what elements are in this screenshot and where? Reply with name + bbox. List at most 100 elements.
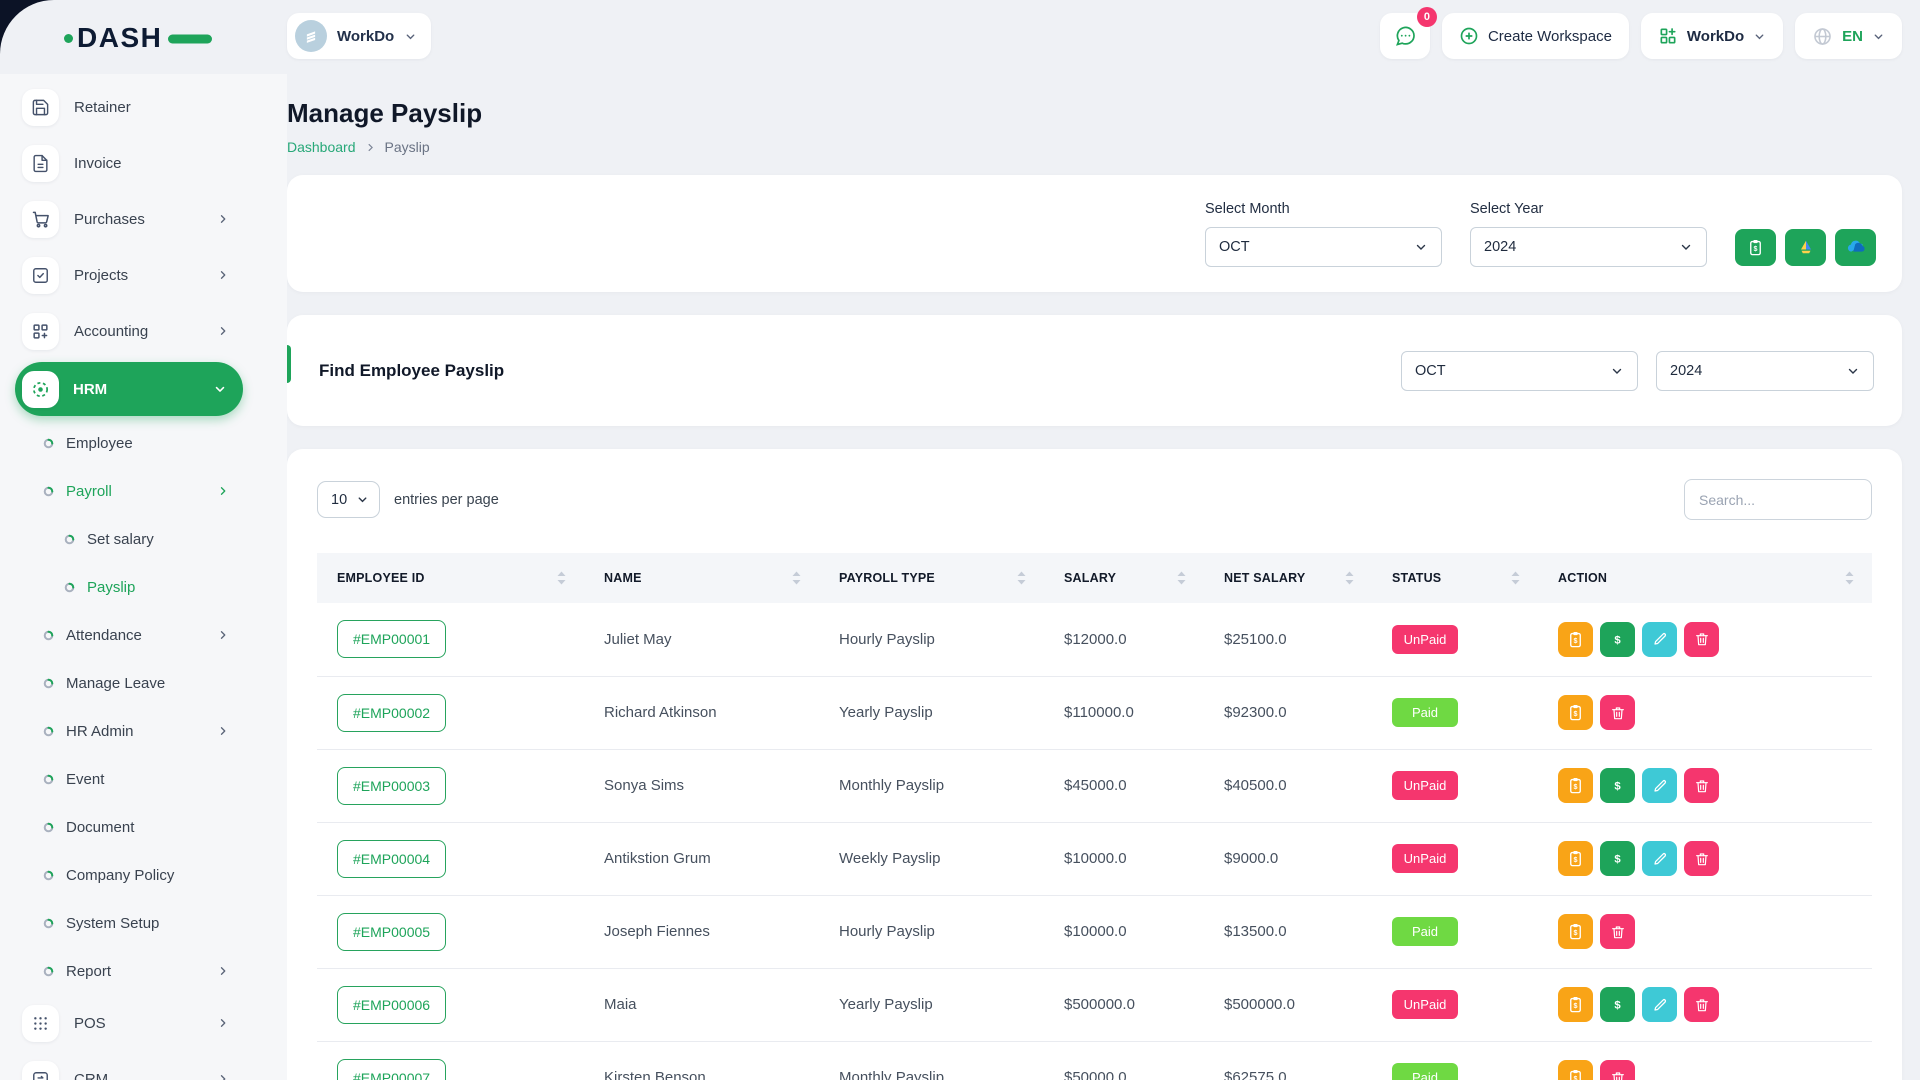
trash-icon	[1694, 778, 1710, 794]
edit-button[interactable]	[1642, 987, 1677, 1022]
messages-button[interactable]: 0	[1380, 13, 1430, 59]
delete-button[interactable]	[1684, 768, 1719, 803]
delete-button[interactable]	[1684, 987, 1719, 1022]
year-select[interactable]: 2024	[1470, 227, 1707, 267]
svg-text:$: $	[1614, 780, 1621, 792]
sidebar-item-crm[interactable]: CRM	[0, 1051, 287, 1080]
sidebar-item-employee[interactable]: Employee	[0, 419, 287, 467]
sidebar-item-company-policy[interactable]: Company Policy	[0, 851, 287, 899]
sidebar-item-set-salary[interactable]: Set salary	[0, 515, 287, 563]
trash-icon	[1610, 924, 1626, 940]
chevron-down-icon	[356, 493, 369, 506]
sidebar-item-hr-admin[interactable]: HR Admin	[0, 707, 287, 755]
column-header-employee-id[interactable]: EMPLOYEE ID	[317, 553, 584, 603]
sidebar-item-label: Invoice	[74, 155, 122, 172]
employee-id-chip[interactable]: #EMP00006	[337, 986, 446, 1024]
row-actions: $	[1538, 1041, 1872, 1080]
sort-icon	[557, 571, 566, 585]
edit-button[interactable]	[1642, 768, 1677, 803]
main-content: Manage Payslip Dashboard Payslip Select …	[287, 74, 1920, 1080]
google-drive-export-button[interactable]	[1785, 229, 1826, 266]
bullet-icon	[43, 486, 54, 497]
sidebar-item-purchases[interactable]: Purchases	[0, 191, 287, 247]
employee-id-chip[interactable]: #EMP00007	[337, 1059, 446, 1080]
pay-button[interactable]: $	[1600, 841, 1635, 876]
employee-id-chip[interactable]: #EMP00001	[337, 620, 446, 658]
search-input[interactable]	[1684, 479, 1872, 520]
sidebar-item-payslip[interactable]: Payslip	[0, 563, 287, 611]
column-header-net-salary[interactable]: NET SALARY	[1204, 553, 1372, 603]
table-row: #EMP00002Richard AtkinsonYearly Payslip$…	[317, 676, 1872, 749]
column-header-name[interactable]: NAME	[584, 553, 819, 603]
bulk-payslip-button[interactable]: $	[1735, 229, 1776, 266]
net-salary: $40500.0	[1204, 749, 1372, 822]
breadcrumb-dashboard-link[interactable]: Dashboard	[287, 139, 356, 155]
payslip-button[interactable]: $	[1558, 695, 1593, 730]
language-selector[interactable]: EN	[1795, 13, 1902, 59]
column-header-action[interactable]: ACTION	[1538, 553, 1872, 603]
sidebar-item-invoice[interactable]: Invoice	[0, 135, 287, 191]
chevron-down-icon	[1679, 240, 1693, 254]
payslip-button[interactable]: $	[1558, 1060, 1593, 1080]
clipboard-dollar-icon: $	[1746, 238, 1765, 257]
column-header-salary[interactable]: SALARY	[1044, 553, 1204, 603]
column-header-status[interactable]: STATUS	[1372, 553, 1538, 603]
sidebar-item-manage-leave[interactable]: Manage Leave	[0, 659, 287, 707]
chevron-right-icon	[217, 725, 229, 737]
employee-id-chip[interactable]: #EMP00005	[337, 913, 446, 951]
delete-button[interactable]	[1684, 841, 1719, 876]
payslip-button[interactable]: $	[1558, 987, 1593, 1022]
employee-id-chip[interactable]: #EMP00003	[337, 767, 446, 805]
dots-grid-icon	[22, 1005, 59, 1042]
export-buttons: $	[1735, 229, 1876, 266]
delete-button[interactable]	[1684, 622, 1719, 657]
svg-text:$: $	[1574, 637, 1578, 645]
delete-button[interactable]	[1600, 695, 1635, 730]
salary: $10000.0	[1044, 895, 1204, 968]
sidebar-item-document[interactable]: Document	[0, 803, 287, 851]
sidebar-item-label: Accounting	[74, 323, 148, 340]
apps-grid-icon	[1658, 26, 1678, 46]
delete-button[interactable]	[1600, 1060, 1635, 1080]
onedrive-export-button[interactable]	[1835, 229, 1876, 266]
sort-icon	[1017, 571, 1026, 585]
find-year-select[interactable]: 2024	[1656, 351, 1874, 391]
workdo-menu[interactable]: WorkDo	[1641, 13, 1783, 59]
edit-button[interactable]	[1642, 841, 1677, 876]
sidebar-item-retainer[interactable]: Retainer	[0, 79, 287, 135]
employee-id-chip[interactable]: #EMP00004	[337, 840, 446, 878]
sidebar-item-projects[interactable]: Projects	[0, 247, 287, 303]
payslip-table-card: 10 entries per page EMPLOYEE IDNAMEPAYRO…	[287, 449, 1902, 1080]
sidebar-item-event[interactable]: Event	[0, 755, 287, 803]
sidebar-item-pos[interactable]: POS	[0, 995, 287, 1051]
payslip-button[interactable]: $	[1558, 914, 1593, 949]
edit-button[interactable]	[1642, 622, 1677, 657]
employee-name: Juliet May	[584, 603, 819, 676]
employee-name: Maia	[584, 968, 819, 1041]
sidebar-item-report[interactable]: Report	[0, 947, 287, 995]
entries-per-page-select[interactable]: 10	[317, 481, 380, 518]
payslip-button[interactable]: $	[1558, 841, 1593, 876]
pay-button[interactable]: $	[1600, 622, 1635, 657]
month-select[interactable]: OCT	[1205, 227, 1442, 267]
payroll-type: Monthly Payslip	[819, 749, 1044, 822]
payslip-button[interactable]: $	[1558, 768, 1593, 803]
sidebar-item-hrm[interactable]: HRM	[15, 362, 243, 416]
sidebar-item-payroll[interactable]: Payroll	[0, 467, 287, 515]
column-header-payroll-type[interactable]: PAYROLL TYPE	[819, 553, 1044, 603]
payslip-button[interactable]: $	[1558, 622, 1593, 657]
bullet-icon	[43, 630, 54, 641]
pay-button[interactable]: $	[1600, 768, 1635, 803]
crm-icon	[22, 1061, 59, 1080]
pay-button[interactable]: $	[1600, 987, 1635, 1022]
delete-button[interactable]	[1600, 914, 1635, 949]
sidebar-item-system-setup[interactable]: System Setup	[0, 899, 287, 947]
sidebar-item-attendance[interactable]: Attendance	[0, 611, 287, 659]
workspace-switcher[interactable]: WorkDo	[287, 13, 431, 59]
create-workspace-button[interactable]: Create Workspace	[1442, 13, 1629, 59]
chevron-down-icon	[1846, 364, 1860, 378]
globe-icon	[1812, 26, 1833, 47]
sidebar-item-accounting[interactable]: Accounting	[0, 303, 287, 359]
find-month-select[interactable]: OCT	[1401, 351, 1638, 391]
employee-id-chip[interactable]: #EMP00002	[337, 694, 446, 732]
